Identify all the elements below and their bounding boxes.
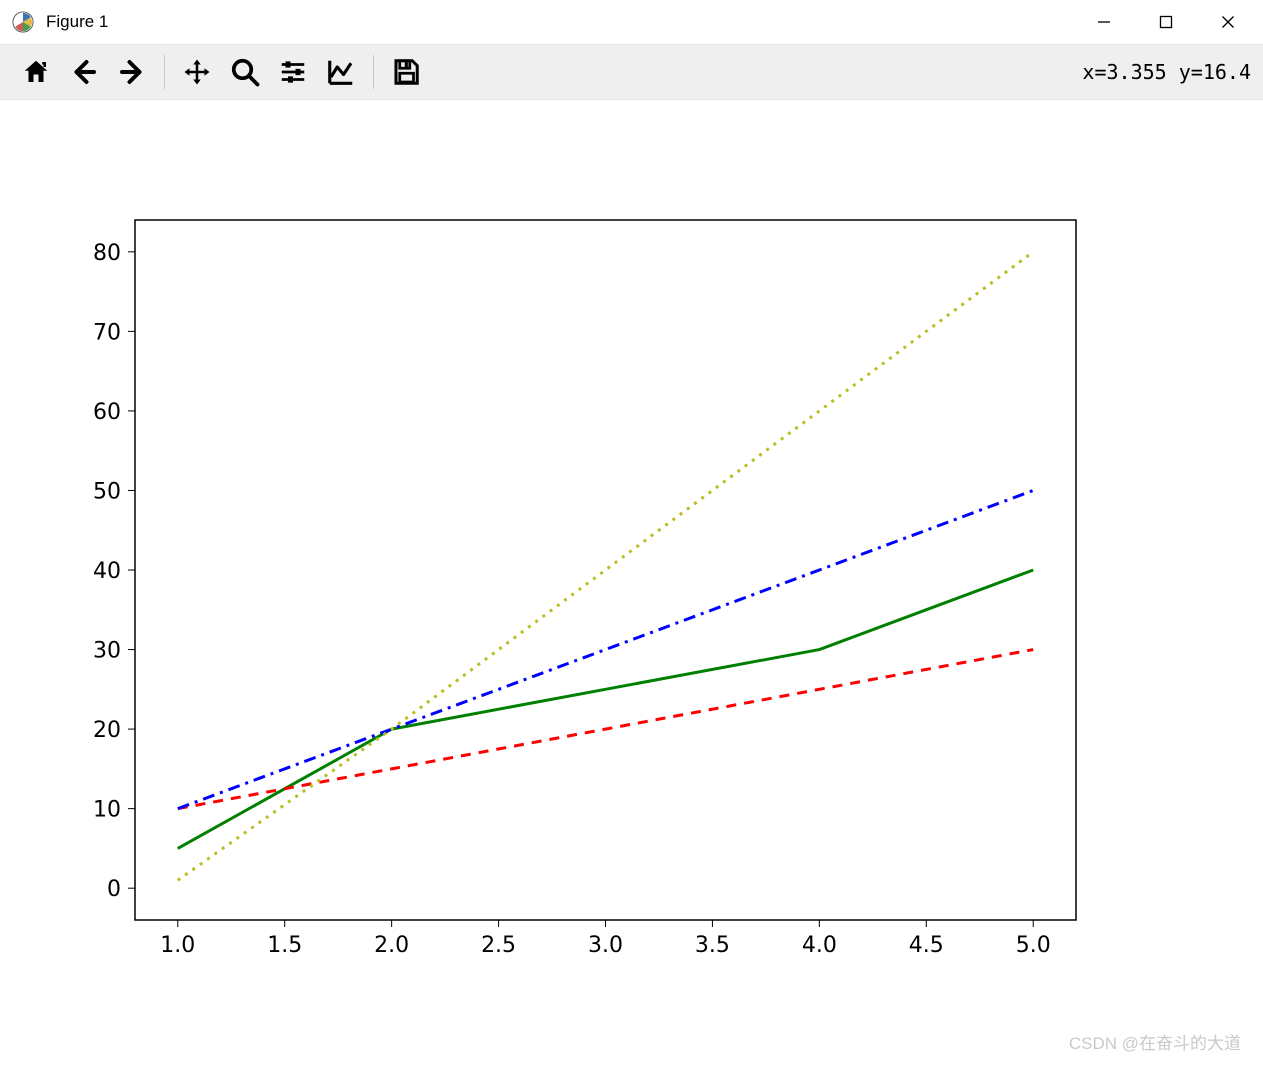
svg-text:20: 20 bbox=[93, 718, 121, 743]
home-button[interactable] bbox=[14, 50, 58, 94]
minimize-button[interactable] bbox=[1073, 0, 1135, 44]
series-blue-dashdot bbox=[178, 490, 1033, 808]
svg-text:1.0: 1.0 bbox=[160, 933, 195, 958]
window-title: Figure 1 bbox=[46, 12, 108, 32]
svg-text:4.5: 4.5 bbox=[909, 933, 944, 958]
svg-text:40: 40 bbox=[93, 559, 121, 584]
svg-text:50: 50 bbox=[93, 479, 121, 504]
svg-text:1.5: 1.5 bbox=[267, 933, 302, 958]
save-button[interactable] bbox=[384, 50, 428, 94]
svg-text:60: 60 bbox=[93, 400, 121, 425]
toolbar: x=3.355 y=16.4 bbox=[0, 44, 1263, 100]
axes-edit-button[interactable] bbox=[319, 50, 363, 94]
svg-text:80: 80 bbox=[93, 241, 121, 266]
back-button[interactable] bbox=[62, 50, 106, 94]
maximize-button[interactable] bbox=[1135, 0, 1197, 44]
svg-text:0: 0 bbox=[107, 877, 121, 902]
figure-canvas[interactable]: 0 10 20 30 40 50 60 70 80 1.0 1.5 2.0 2.5 3.0 3.5 4.0 4.… bbox=[0, 100, 1263, 1068]
close-button[interactable] bbox=[1197, 0, 1259, 44]
app-icon bbox=[12, 11, 34, 33]
svg-text:30: 30 bbox=[93, 639, 121, 664]
svg-text:2.5: 2.5 bbox=[481, 933, 516, 958]
pan-button[interactable] bbox=[175, 50, 219, 94]
window-titlebar: Figure 1 bbox=[0, 0, 1263, 44]
series-red-dashed bbox=[178, 650, 1033, 809]
zoom-button[interactable] bbox=[223, 50, 267, 94]
series-green-solid bbox=[178, 570, 1033, 848]
svg-text:10: 10 bbox=[93, 798, 121, 823]
toolbar-separator bbox=[373, 55, 374, 89]
watermark-text: CSDN @在奋斗的大道 bbox=[1069, 1029, 1241, 1054]
svg-text:5.0: 5.0 bbox=[1016, 933, 1051, 958]
svg-text:2.0: 2.0 bbox=[374, 933, 409, 958]
svg-text:3.5: 3.5 bbox=[695, 933, 730, 958]
cursor-coordinates: x=3.355 y=16.4 bbox=[1082, 60, 1253, 84]
svg-text:4.0: 4.0 bbox=[802, 933, 837, 958]
chart-plot: 0 10 20 30 40 50 60 70 80 1.0 1.5 2.0 2.5 3.0 3.5 4.0 4.… bbox=[0, 100, 1263, 1068]
forward-button[interactable] bbox=[110, 50, 154, 94]
svg-text:3.0: 3.0 bbox=[588, 933, 623, 958]
configure-button[interactable] bbox=[271, 50, 315, 94]
toolbar-separator bbox=[164, 55, 165, 89]
svg-text:70: 70 bbox=[93, 320, 121, 345]
